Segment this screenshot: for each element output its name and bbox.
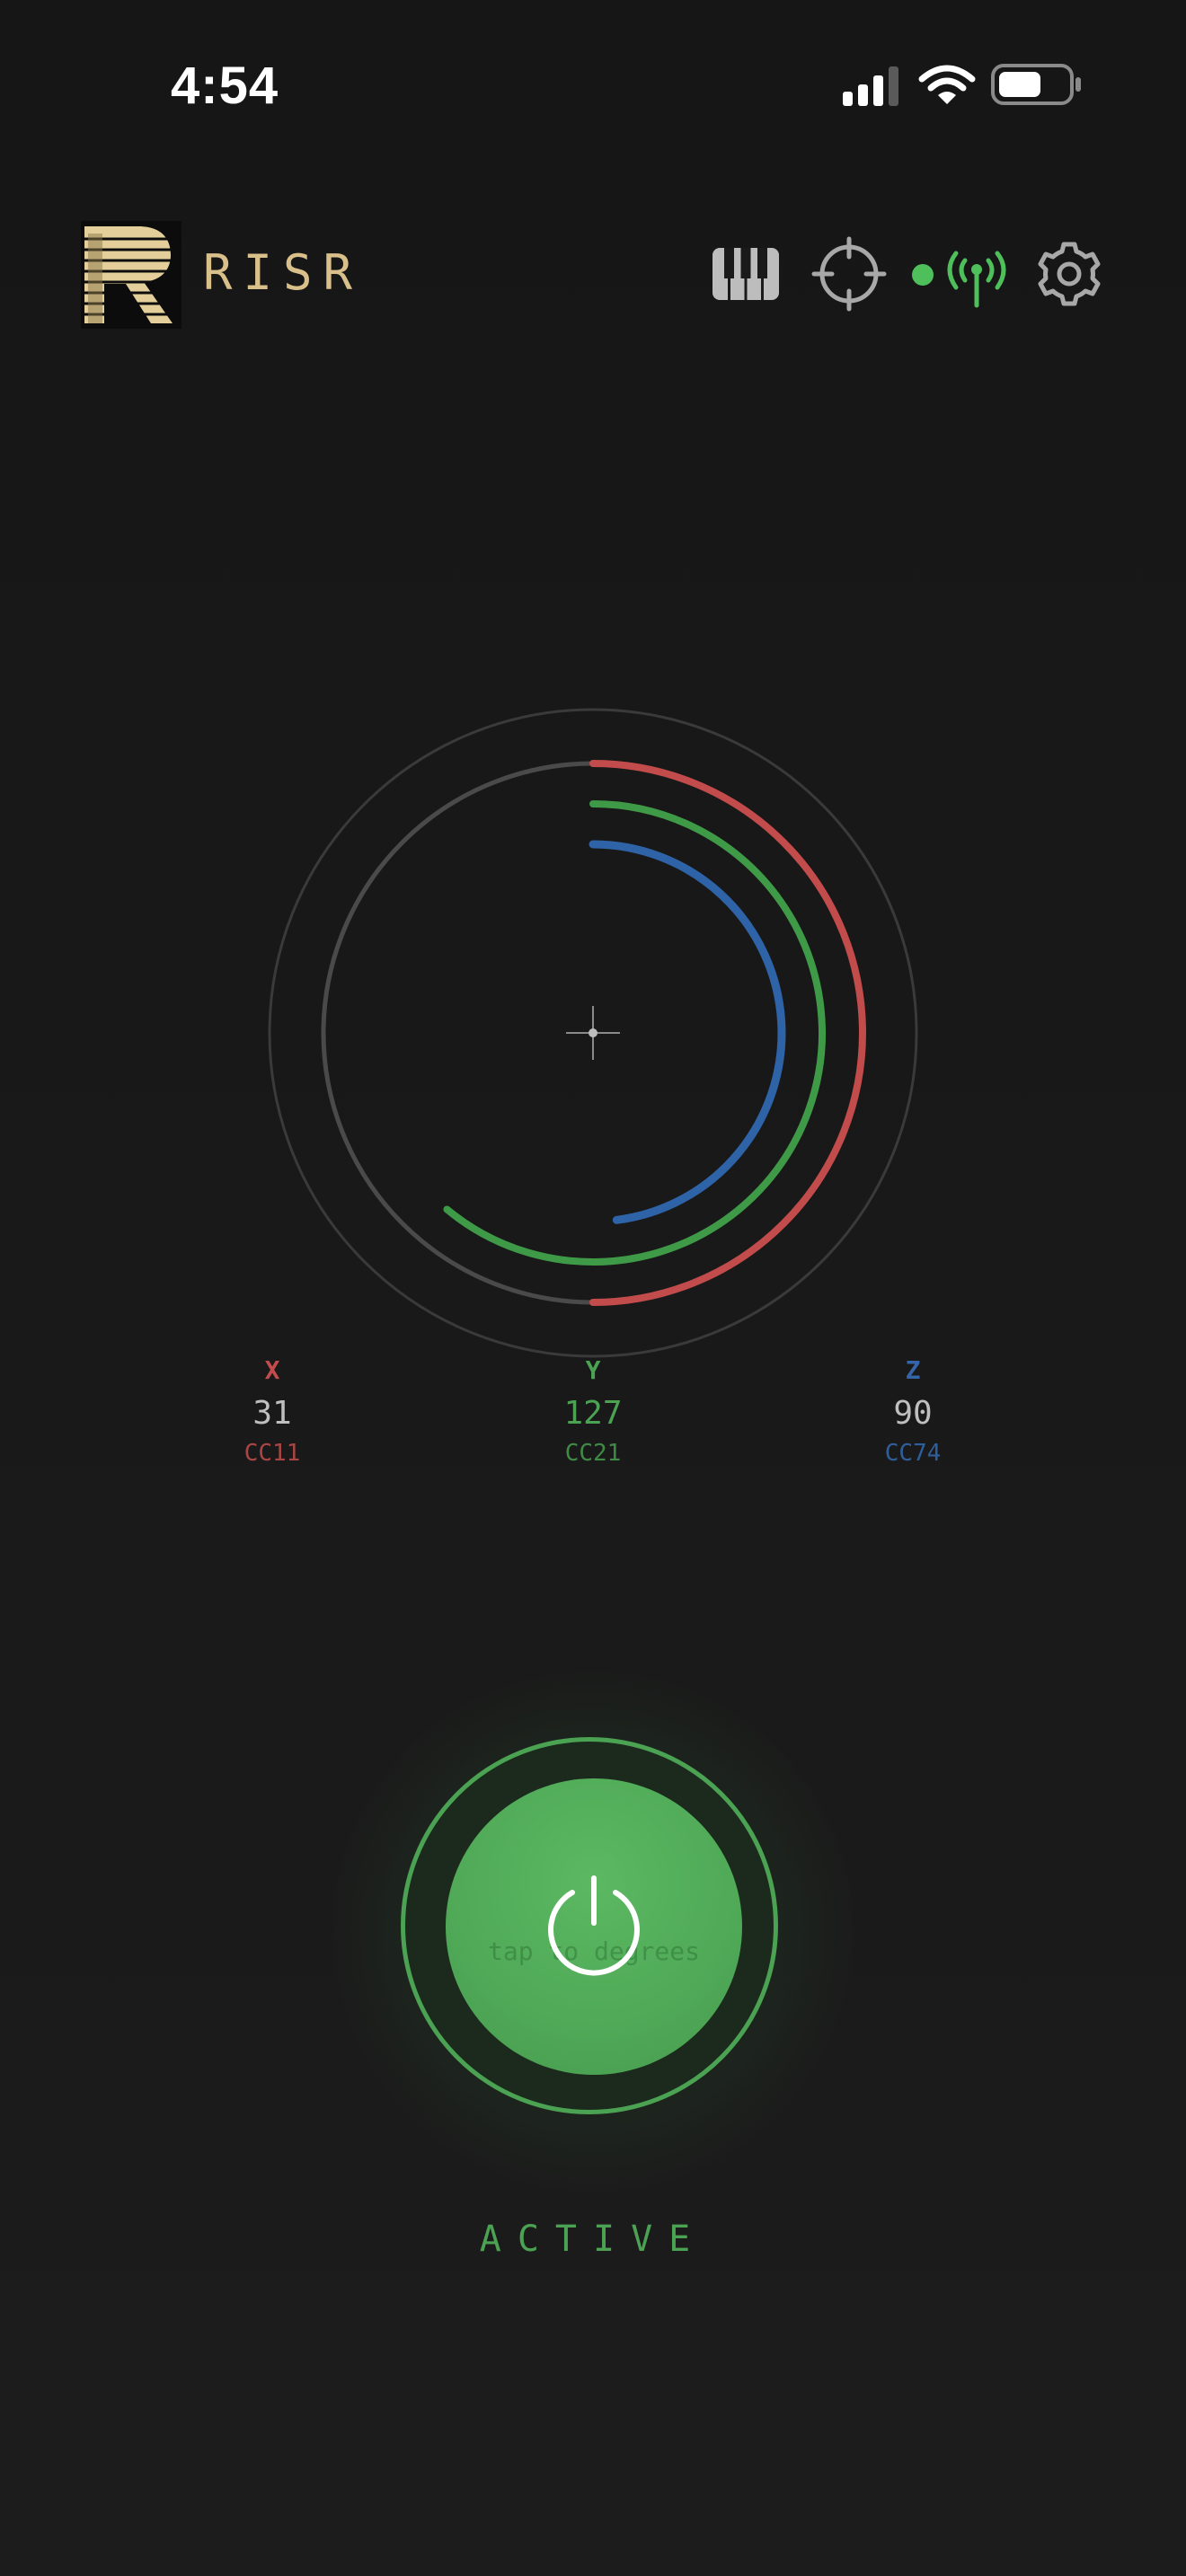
xyz-dial [268, 708, 918, 1358]
wifi-icon [918, 65, 976, 104]
power-icon [548, 1875, 640, 1976]
axis-z-letter: Z [905, 1355, 921, 1385]
axis-y: Y 127 CC21 [494, 1347, 692, 1469]
gear-icon[interactable] [1029, 234, 1110, 314]
z-arc [589, 840, 786, 1224]
axis-z-cc: CC74 [884, 1440, 942, 1467]
risr-logo [81, 221, 181, 329]
power-control: tap to degrees [332, 1671, 854, 2192]
power-button[interactable]: tap to degrees [446, 1778, 742, 2075]
axis-y-value: 127 [563, 1395, 623, 1432]
status-icons [836, 59, 1087, 113]
axis-readouts: X 31 CC11 Y 127 CC21 Z 90 CC74 [0, 1347, 1186, 1473]
axis-x: X 31 CC11 [173, 1347, 371, 1469]
app-header: RISR [0, 207, 1186, 350]
status-time: 4:54 [171, 57, 279, 115]
signal-icon [843, 66, 898, 106]
axis-z-value: 90 [893, 1395, 933, 1432]
axis-x-value: 31 [252, 1395, 292, 1432]
crosshair-icon[interactable] [809, 234, 890, 314]
broadcast-antenna-icon[interactable] [936, 234, 1017, 314]
axis-x-cc: CC11 [243, 1440, 301, 1467]
axis-y-cc: CC21 [564, 1440, 622, 1467]
app-title: RISR [203, 244, 364, 301]
axis-z: Z 90 CC74 [814, 1347, 1012, 1469]
center-dot [589, 1028, 597, 1037]
connection-dot-icon [912, 264, 934, 286]
axis-y-letter: Y [585, 1355, 601, 1385]
status-label: ACTIVE [479, 2219, 707, 2260]
status-bar: 4:54 [0, 0, 1186, 180]
y-arc [443, 800, 826, 1266]
piano-keys-icon[interactable] [705, 234, 786, 314]
axis-x-letter: X [264, 1355, 280, 1385]
battery-icon [991, 64, 1081, 105]
